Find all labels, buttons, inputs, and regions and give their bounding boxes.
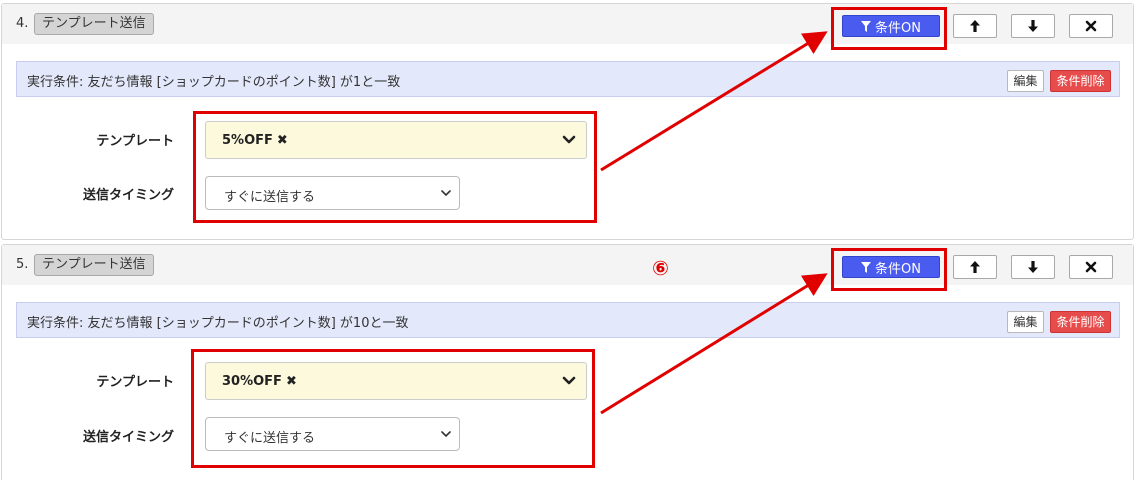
timing-value: すぐに送信する bbox=[224, 190, 316, 205]
action-type-badge: テンプレート送信 bbox=[34, 254, 154, 276]
condition-on-label: 条件ON bbox=[875, 20, 921, 36]
timing-select[interactable]: すぐに送信する bbox=[205, 176, 460, 210]
arrow-down-icon bbox=[1028, 261, 1038, 273]
move-up-button[interactable] bbox=[953, 14, 997, 38]
delete-step-button[interactable] bbox=[1069, 14, 1113, 38]
condition-bar: 実行条件: 友だち情報 [ショップカードのポイント数] が10と一致 編集 条件… bbox=[16, 302, 1120, 338]
timing-label: 送信タイミング bbox=[82, 188, 174, 203]
annotation-marker: ⑥ bbox=[652, 256, 669, 280]
chevron-down-icon bbox=[562, 135, 576, 144]
arrow-up-icon bbox=[970, 20, 980, 32]
arrow-up-icon bbox=[970, 261, 980, 273]
condition-on-label: 条件ON bbox=[875, 261, 921, 277]
template-label: テンプレート bbox=[96, 134, 174, 149]
delete-condition-button[interactable]: 条件削除 bbox=[1050, 70, 1111, 92]
step-number: 5. bbox=[16, 257, 29, 272]
arrow-down-icon bbox=[1028, 20, 1038, 32]
funnel-icon bbox=[861, 261, 872, 273]
timing-label: 送信タイミング bbox=[82, 430, 174, 445]
condition-text: 実行条件: 友だち情報 [ショップカードのポイント数] が10と一致 bbox=[27, 316, 409, 331]
step-number: 4. bbox=[16, 16, 29, 31]
remove-template-icon[interactable]: ✖ bbox=[286, 374, 297, 389]
delete-step-button[interactable] bbox=[1069, 255, 1113, 279]
remove-template-icon[interactable]: ✖ bbox=[277, 133, 288, 148]
template-value: 5%OFF ✖ bbox=[222, 133, 288, 148]
condition-on-button[interactable]: 条件ON bbox=[842, 256, 940, 278]
condition-on-button[interactable]: 条件ON bbox=[842, 15, 940, 37]
template-select[interactable]: 30%OFF ✖ bbox=[205, 362, 587, 400]
card-header: 5. テンプレート送信 条件ON bbox=[2, 245, 1133, 285]
timing-select[interactable]: すぐに送信する bbox=[205, 417, 460, 451]
timing-value: すぐに送信する bbox=[224, 431, 316, 446]
card-header: 4. テンプレート送信 条件ON bbox=[2, 4, 1133, 44]
template-value: 30%OFF ✖ bbox=[222, 374, 297, 389]
close-icon bbox=[1085, 20, 1097, 32]
condition-bar: 実行条件: 友だち情報 [ショップカードのポイント数] が1と一致 編集 条件削… bbox=[16, 61, 1120, 97]
action-type-badge: テンプレート送信 bbox=[34, 13, 154, 35]
funnel-icon bbox=[861, 20, 872, 32]
chevron-down-icon bbox=[441, 190, 451, 197]
action-card-4: 4. テンプレート送信 条件ON 実行条件: 友だち情報 [ショップカードのポイ… bbox=[1, 3, 1134, 240]
chevron-down-icon bbox=[562, 376, 576, 385]
condition-text: 実行条件: 友だち情報 [ショップカードのポイント数] が1と一致 bbox=[27, 75, 401, 90]
move-up-button[interactable] bbox=[953, 255, 997, 279]
edit-condition-button[interactable]: 編集 bbox=[1007, 311, 1044, 333]
delete-condition-button[interactable]: 条件削除 bbox=[1050, 311, 1111, 333]
chevron-down-icon bbox=[441, 431, 451, 438]
move-down-button[interactable] bbox=[1011, 14, 1055, 38]
edit-condition-button[interactable]: 編集 bbox=[1007, 70, 1044, 92]
action-card-5: 5. テンプレート送信 条件ON 実行条件: 友だち情報 [ショップカードのポイ… bbox=[1, 244, 1134, 480]
template-select[interactable]: 5%OFF ✖ bbox=[205, 121, 587, 159]
close-icon bbox=[1085, 261, 1097, 273]
template-label: テンプレート bbox=[96, 375, 174, 390]
move-down-button[interactable] bbox=[1011, 255, 1055, 279]
